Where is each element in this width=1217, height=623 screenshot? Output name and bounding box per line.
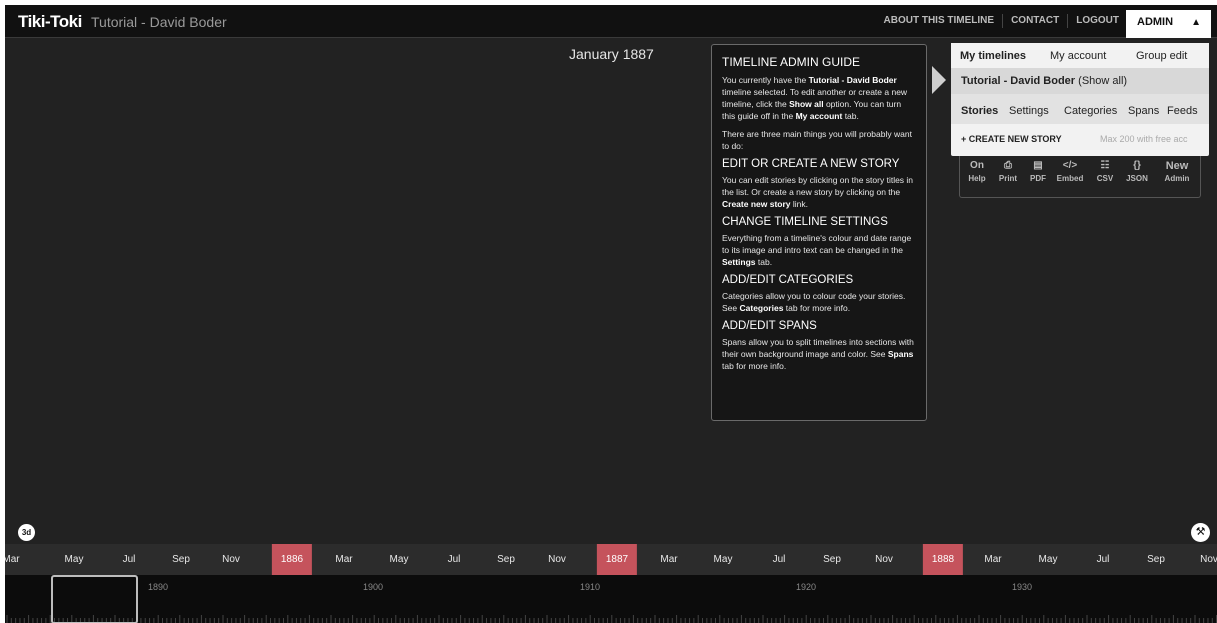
admin-toolbar: On Help ⎙ Print ▤ PDF </> Embed ☷ CSV {}… — [959, 156, 1201, 198]
guide-pointer-icon — [932, 66, 946, 94]
month-label[interactable]: May — [390, 544, 409, 575]
top-bar: Tiki-Toki Tutorial - David Boder ABOUT T… — [5, 5, 1217, 38]
tab-group-edit[interactable]: Group edit — [1136, 50, 1187, 62]
toolbar-csv[interactable]: ☷ CSV — [1091, 156, 1119, 183]
create-story-row: + CREATE NEW STORY Max 200 with free acc — [951, 130, 1209, 150]
selected-timeline-row: Tutorial - David Boder (Show all) — [951, 68, 1209, 94]
overview-year-label: 1900 — [363, 582, 384, 592]
month-label[interactable]: Sep — [823, 544, 841, 575]
overview-year-label: 1920 — [796, 582, 817, 592]
brand-logo[interactable]: Tiki-Toki — [18, 12, 82, 32]
year-marker[interactable]: 1887 — [596, 544, 638, 575]
contact-link[interactable]: CONTACT — [1003, 14, 1069, 28]
toolbar-embed[interactable]: </> Embed — [1051, 156, 1089, 183]
month-label[interactable]: Sep — [497, 544, 515, 575]
guide-section-title: ADD/EDIT CATEGORIES — [722, 274, 854, 286]
tab-feeds[interactable]: Feeds — [1167, 105, 1198, 117]
new-admin-icon: New — [1165, 160, 1189, 172]
month-label[interactable]: May — [1039, 544, 1058, 575]
logout-link[interactable]: LOGOUT — [1068, 14, 1127, 28]
toolbar-label: Embed — [1056, 174, 1084, 183]
month-label[interactable]: Nov — [222, 544, 240, 575]
month-label[interactable]: Mar — [984, 544, 1001, 575]
tab-stories[interactable]: Stories — [961, 105, 998, 117]
tab-categories[interactable]: Categories — [1064, 105, 1117, 117]
toolbar-label: Admin — [1164, 174, 1190, 183]
toolbar-new-admin[interactable]: New Admin — [1157, 156, 1197, 183]
admin-label: ADMIN — [1137, 16, 1174, 28]
toolbar-label: PDF — [1030, 174, 1046, 183]
month-label[interactable]: Mar — [5, 544, 20, 575]
toolbar-json[interactable]: {} JSON — [1121, 156, 1153, 183]
timeline-sub-tabs: Stories Settings Categories Spans Feeds — [951, 94, 1209, 124]
3d-view-button[interactable]: 3d — [18, 524, 35, 541]
toolbar-label: JSON — [1126, 174, 1148, 183]
month-label[interactable]: Jul — [448, 544, 461, 575]
create-story-link[interactable]: + CREATE NEW STORY — [961, 134, 1062, 144]
tab-spans[interactable]: Spans — [1128, 105, 1159, 117]
overview-timeline[interactable]: 1890 1900 1910 1920 1930 — [5, 575, 1217, 623]
toolbar-label: Help — [968, 174, 986, 183]
selected-timeline: Tutorial - David Boder (Show all) — [961, 75, 1127, 87]
embed-icon: </> — [1062, 160, 1078, 171]
toolbar-label: Print — [998, 174, 1018, 183]
show-all-link[interactable]: (Show all) — [1075, 75, 1127, 87]
admin-tabs: My timelines My account Group edit — [951, 43, 1209, 68]
json-icon: {} — [1133, 160, 1141, 171]
collapse-arrow-icon: ▲ — [1191, 17, 1201, 28]
toolbar-help[interactable]: On Help — [963, 156, 991, 183]
csv-icon: ☷ — [1100, 160, 1110, 171]
guide-section-text: Categories allow you to colour code your… — [722, 291, 906, 313]
month-label[interactable]: May — [65, 544, 84, 575]
guide-intro: You currently have the Tutorial - David … — [722, 75, 908, 121]
overview-year-label: 1930 — [1012, 582, 1033, 592]
admin-guide-panel: TIMELINE ADMIN GUIDE You currently have … — [711, 44, 927, 421]
month-label[interactable]: Nov — [1200, 544, 1217, 575]
overview-year-label: 1890 — [148, 582, 169, 592]
month-label[interactable]: Sep — [172, 544, 190, 575]
about-link[interactable]: ABOUT THIS TIMELINE — [876, 14, 1004, 28]
guide-section-title: EDIT OR CREATE A NEW STORY — [722, 158, 900, 170]
current-date-label: January 1887 — [569, 46, 654, 62]
overview-tick-marks — [6, 615, 1217, 623]
overview-year-label: 1910 — [580, 582, 601, 592]
tab-my-timelines[interactable]: My timelines — [960, 50, 1026, 62]
tab-settings[interactable]: Settings — [1009, 105, 1049, 117]
selected-timeline-name: Tutorial - David Boder — [961, 75, 1076, 87]
month-label[interactable]: Mar — [335, 544, 352, 575]
guide-three-things: There are three main things you will pro… — [722, 129, 912, 151]
month-label[interactable]: Jul — [773, 544, 786, 575]
pdf-icon: ▤ — [1033, 160, 1043, 171]
month-strip[interactable]: Mar May Jul Sep Nov 1886 Mar May Jul Sep Nov 1887 Ma… — [5, 544, 1217, 575]
toolbar-label: CSV — [1096, 174, 1114, 183]
toolbar-pdf[interactable]: ▤ PDF — [1024, 156, 1052, 183]
tab-my-account[interactable]: My account — [1050, 50, 1106, 62]
guide-section-text: Everything from a timeline's colour and … — [722, 233, 912, 267]
month-label[interactable]: Jul — [1097, 544, 1110, 575]
month-label[interactable]: Sep — [1147, 544, 1165, 575]
story-limit-note: Max 200 with free acc — [1100, 134, 1188, 144]
guide-title: TIMELINE ADMIN GUIDE — [722, 55, 861, 69]
month-label[interactable]: Nov — [875, 544, 893, 575]
month-label[interactable]: May — [714, 544, 733, 575]
month-label[interactable]: Mar — [660, 544, 677, 575]
print-icon: ⎙ — [1004, 160, 1012, 171]
top-nav: ABOUT THIS TIMELINE CONTACT LOGOUT — [876, 5, 1127, 37]
toolbar-print[interactable]: ⎙ Print — [994, 156, 1022, 183]
help-toggle-icon: On — [970, 160, 984, 171]
guide-section-text: You can edit stories by clicking on the … — [722, 175, 914, 209]
admin-menu-button[interactable]: ADMIN ▲ — [1126, 10, 1211, 38]
admin-dropdown: My timelines My account Group edit Tutor… — [951, 43, 1209, 156]
year-marker[interactable]: 1888 — [922, 544, 964, 575]
timeline-app: Tiki-Toki Tutorial - David Boder ABOUT T… — [5, 5, 1217, 623]
timeline-title: Tutorial - David Boder — [91, 14, 227, 30]
visible-range-handle[interactable] — [51, 575, 138, 623]
guide-section-title: ADD/EDIT SPANS — [722, 320, 817, 332]
month-label[interactable]: Nov — [548, 544, 566, 575]
year-marker[interactable]: 1886 — [271, 544, 313, 575]
wrench-icon[interactable]: ⚒ — [1191, 523, 1210, 542]
guide-section-text: Spans allow you to split timelines into … — [722, 337, 914, 371]
guide-section-title: CHANGE TIMELINE SETTINGS — [722, 216, 888, 228]
month-label[interactable]: Jul — [123, 544, 136, 575]
